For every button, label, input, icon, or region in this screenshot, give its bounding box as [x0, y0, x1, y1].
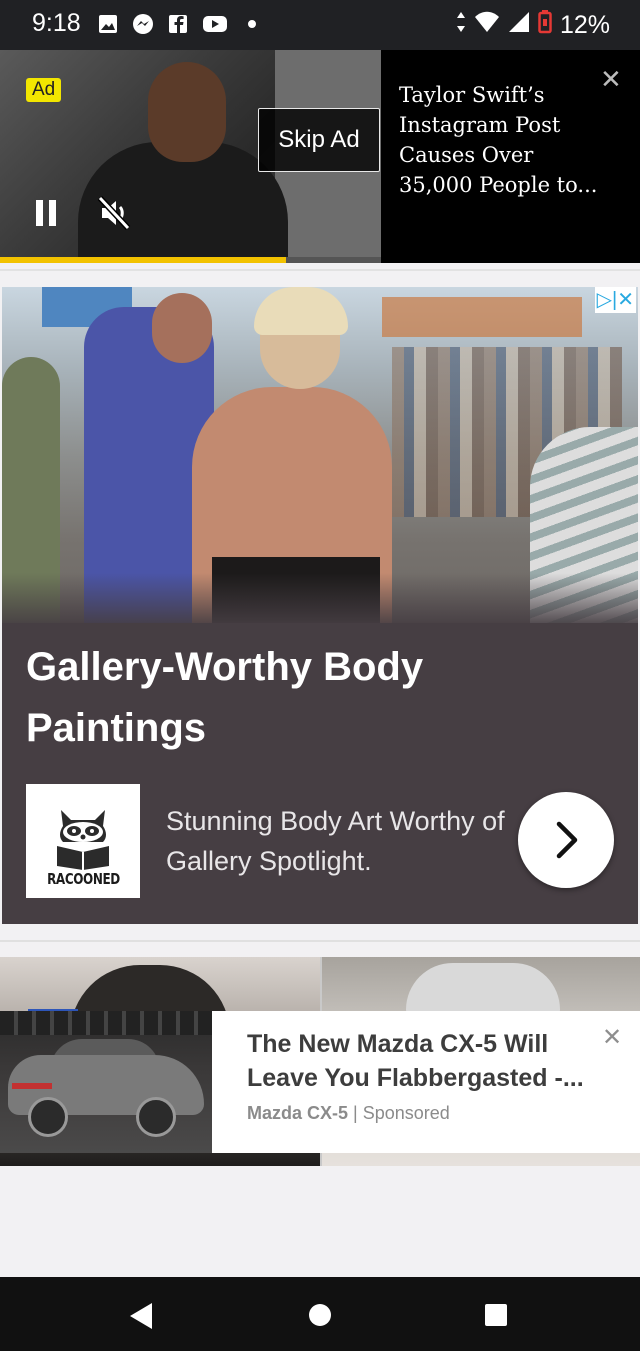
- video-player[interactable]: Ad Skip Ad: [0, 50, 381, 257]
- battery-icon: [538, 10, 552, 41]
- gallery-ad-image[interactable]: [2, 287, 638, 623]
- video-person-head: [148, 62, 226, 162]
- raccoon-icon: [57, 810, 109, 870]
- youtube-icon: [202, 13, 228, 35]
- video-ad[interactable]: Ad Skip Ad Taylor Swift’s Instagram Post…: [0, 50, 640, 263]
- video-ad-close-icon[interactable]: ✕: [600, 64, 622, 95]
- mazda-ad-title[interactable]: The New Mazda CX-5 Will Leave You Flabbe…: [247, 1027, 602, 1095]
- adchoices-icon[interactable]: ▷|✕: [594, 287, 636, 313]
- status-time: 9:18: [32, 9, 81, 37]
- navigation-bar: [0, 1277, 640, 1351]
- gallery-ad-title[interactable]: Gallery-Worthy Body Paintings: [26, 637, 586, 759]
- chevron-right-icon: [556, 821, 578, 859]
- gallery-ad-description[interactable]: Stunning Body Art Worthy of Gallery Spot…: [166, 801, 506, 881]
- mazda-ad-source: Mazda CX-5: [247, 1103, 349, 1123]
- mazda-ad-meta: Mazda CX-5 | Sponsored: [247, 1103, 450, 1124]
- next-arrow-button[interactable]: [518, 792, 614, 888]
- mazda-ad-text-panel[interactable]: The New Mazda CX-5 Will Leave You Flabbe…: [212, 1011, 640, 1153]
- brand-name: RACOONED: [46, 870, 120, 888]
- facebook-icon: [167, 13, 189, 35]
- gallery-ad-card[interactable]: ▷|✕ Gallery-Worthy Body Paintings RACOON…: [2, 287, 638, 924]
- mute-icon[interactable]: [96, 194, 134, 232]
- signal-icon: [508, 11, 530, 40]
- home-icon[interactable]: [309, 1304, 331, 1326]
- dot-icon: [241, 13, 263, 35]
- video-ad-headline[interactable]: Taylor Swift’s Instagram Post Causes Ove…: [399, 80, 599, 200]
- messenger-icon: [132, 13, 154, 35]
- separator: [0, 924, 640, 957]
- mazda-ad-close-icon[interactable]: ✕: [602, 1023, 622, 1052]
- car-thumbnail[interactable]: [0, 1011, 212, 1153]
- ad-badge: Ad: [26, 78, 62, 102]
- status-bar: 9:18 12%: [0, 0, 640, 50]
- image-icon: [97, 13, 119, 35]
- back-icon[interactable]: [130, 1303, 152, 1334]
- wifi-icon: [474, 11, 500, 40]
- sponsored-label: Sponsored: [362, 1103, 450, 1123]
- recents-icon[interactable]: [485, 1304, 507, 1326]
- brand-logo[interactable]: RACOONED: [26, 784, 140, 898]
- mazda-ad-card[interactable]: The New Mazda CX-5 Will Leave You Flabbe…: [0, 957, 640, 1166]
- pause-icon[interactable]: [36, 200, 58, 226]
- status-right: 12%: [456, 10, 610, 41]
- empty-area: [0, 1166, 640, 1276]
- meta-separator: |: [353, 1103, 358, 1123]
- separator: [0, 263, 640, 287]
- battery-percent: 12%: [559, 11, 610, 39]
- data-arrows-icon: [456, 11, 466, 40]
- skip-ad-button[interactable]: Skip Ad: [258, 108, 380, 172]
- notification-icons: [97, 13, 263, 35]
